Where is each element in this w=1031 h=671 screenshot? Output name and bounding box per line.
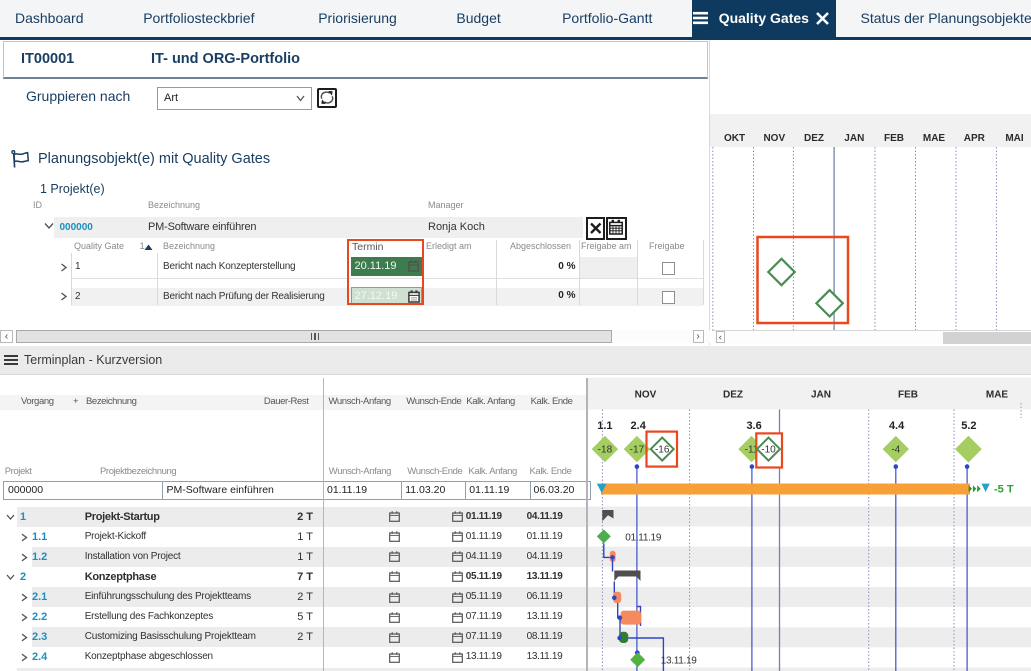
svg-text:JAN: JAN <box>811 390 831 401</box>
svg-text:MAE: MAE <box>986 390 1009 401</box>
svg-text:OKT: OKT <box>724 133 745 144</box>
svg-text:FEB: FEB <box>884 133 904 144</box>
svg-text:01.11.19: 01.11.19 <box>625 532 662 543</box>
svg-text:-10: -10 <box>761 445 776 456</box>
svg-text:DEZ: DEZ <box>723 390 743 401</box>
svg-text:-4: -4 <box>891 445 900 456</box>
svg-text:JAN: JAN <box>844 133 864 144</box>
svg-text:DEZ: DEZ <box>804 133 824 144</box>
svg-text:4.4: 4.4 <box>889 420 905 432</box>
svg-text:APR: APR <box>964 133 986 144</box>
svg-text:MAI: MAI <box>1005 133 1024 144</box>
svg-text:MAE: MAE <box>923 133 946 144</box>
svg-text:NOV: NOV <box>763 133 785 144</box>
svg-text:FEB: FEB <box>898 390 918 401</box>
svg-text:-5 T: -5 T <box>994 484 1014 496</box>
svg-text:13.11.19: 13.11.19 <box>661 656 698 667</box>
svg-text:3.6: 3.6 <box>746 420 761 432</box>
svg-text:-18: -18 <box>598 445 613 456</box>
svg-text:5.2: 5.2 <box>961 420 976 432</box>
svg-text:-17: -17 <box>630 445 645 456</box>
svg-text:NOV: NOV <box>635 390 657 401</box>
svg-text:-16: -16 <box>655 445 670 456</box>
svg-text:2.4: 2.4 <box>631 420 647 432</box>
svg-text:1.1: 1.1 <box>597 420 612 432</box>
